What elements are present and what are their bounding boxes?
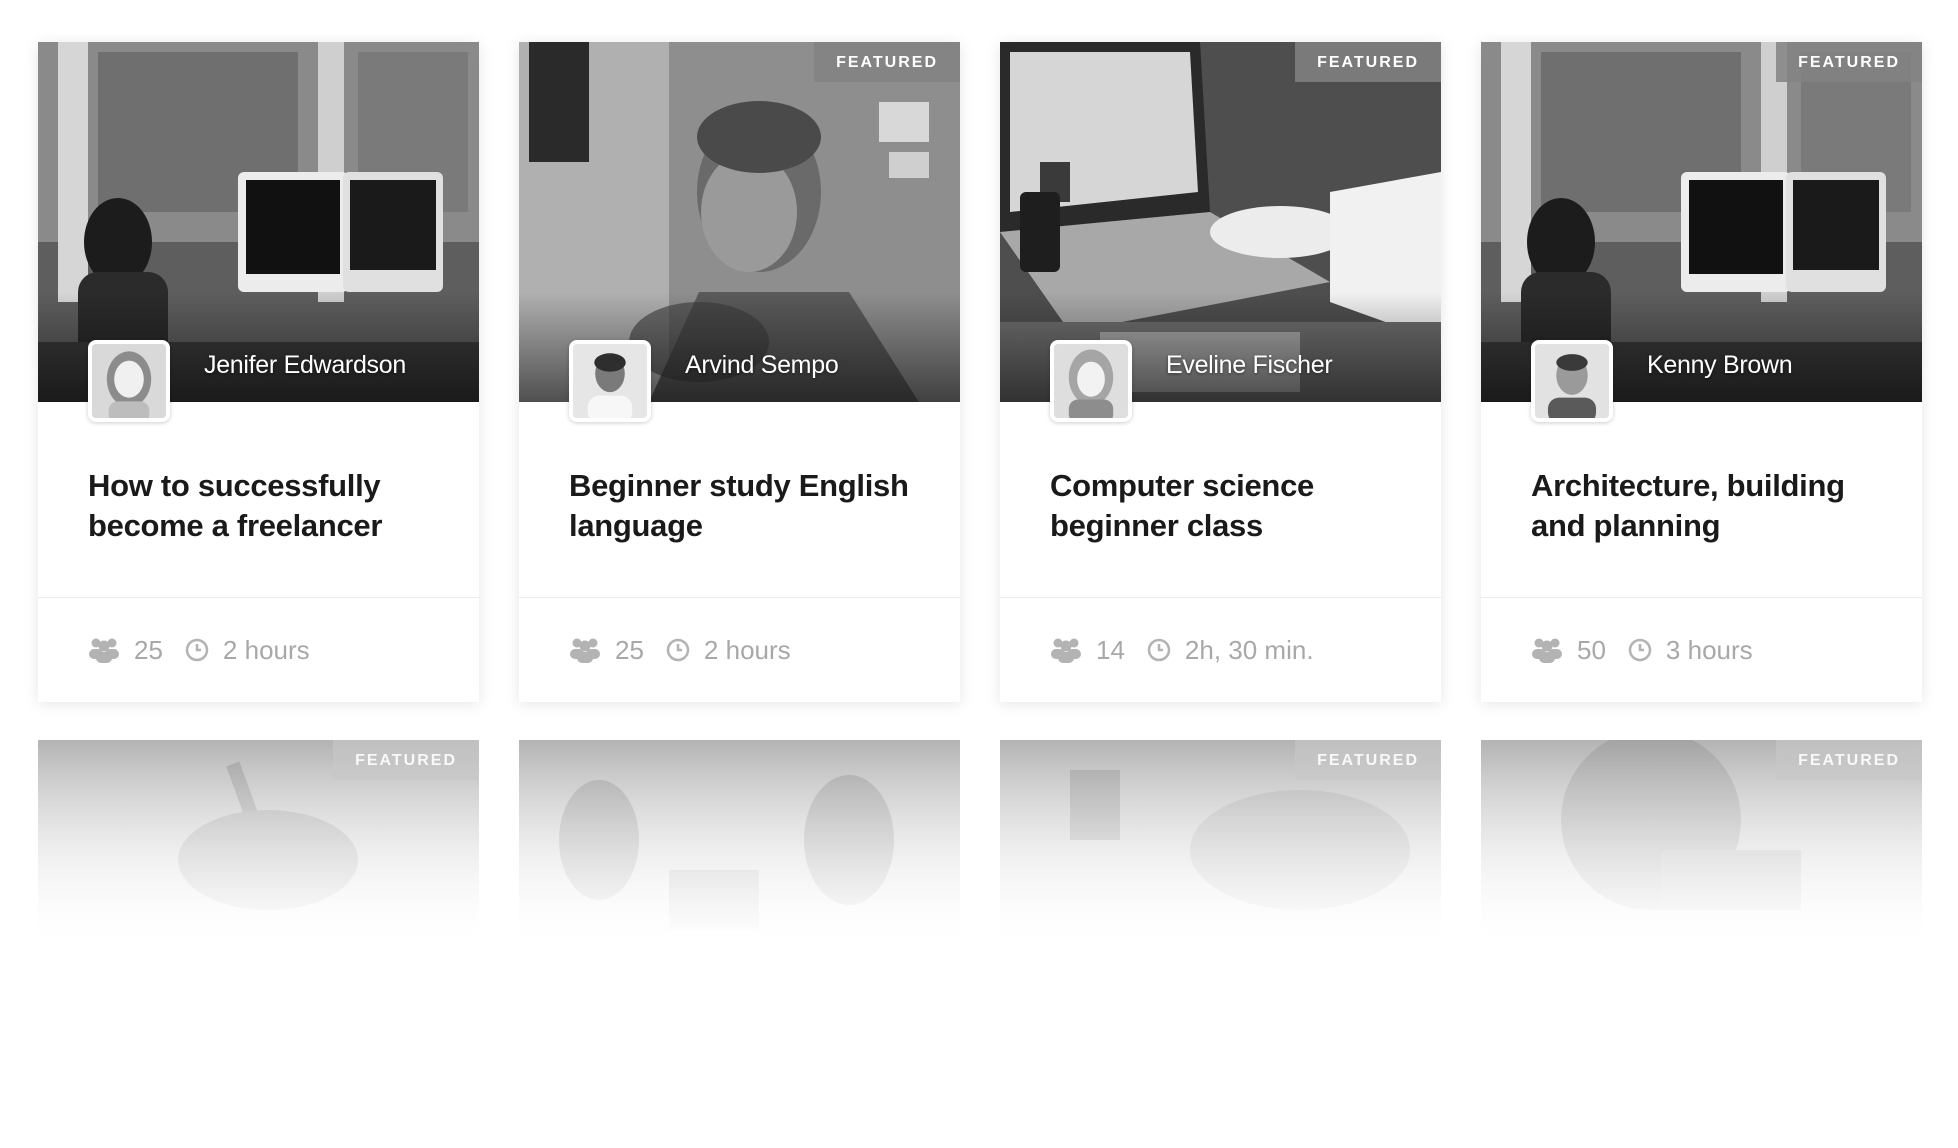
avatar-portrait-icon: [1535, 344, 1609, 418]
clock-icon: [1628, 638, 1652, 662]
students-count: 25: [615, 634, 644, 665]
author-avatar[interactable]: [88, 340, 170, 422]
course-card[interactable]: FEATURED Kenny Brown Architecture, build…: [1481, 42, 1922, 702]
course-card-faded[interactable]: FEATURED: [38, 740, 479, 1020]
card-body: Beginner study English language: [519, 402, 960, 598]
course-card[interactable]: FEATURED Eveline Fischer Computer scienc…: [1000, 42, 1441, 702]
author-name[interactable]: Jenifer Edwardson: [204, 351, 406, 380]
course-image[interactable]: FEATURED Kenny Brown: [1481, 42, 1922, 422]
featured-badge: FEATURED: [1776, 740, 1922, 780]
course-duration: 2 hours: [703, 634, 791, 665]
course-title[interactable]: Computer science beginner class: [1050, 466, 1391, 546]
card-body: How to successfully become a freelancer: [38, 402, 479, 598]
author-avatar[interactable]: [569, 340, 651, 422]
course-duration: 2h, 30 min.: [1184, 634, 1314, 665]
course-meta: 14 2h, 30 min.: [1000, 598, 1441, 702]
course-title[interactable]: How to successfully become a freelancer: [88, 466, 429, 546]
users-icon: [88, 637, 120, 663]
featured-badge: FEATURED: [814, 42, 960, 82]
card-body: Architecture, building and planning: [1481, 402, 1922, 598]
course-meta: 50 3 hours: [1481, 598, 1922, 702]
clock-icon: [666, 638, 690, 662]
featured-badge: FEATURED: [333, 740, 479, 780]
author-name[interactable]: Eveline Fischer: [1166, 351, 1333, 380]
course-card-faded[interactable]: FEATURED: [1000, 740, 1441, 1020]
avatar-portrait-icon: [573, 344, 647, 418]
course-meta: 25 2 hours: [38, 598, 479, 702]
featured-badge: FEATURED: [1295, 42, 1441, 82]
course-title[interactable]: Beginner study English language: [569, 466, 910, 546]
course-image[interactable]: FEATURED Eveline Fischer: [1000, 42, 1441, 422]
course-duration: 2 hours: [222, 634, 310, 665]
course-image[interactable]: FEATURED Arvind Sempo: [519, 42, 960, 422]
users-icon: [1531, 637, 1563, 663]
featured-badge: FEATURED: [1295, 740, 1441, 780]
course-image[interactable]: Jenifer Edwardson: [38, 42, 479, 422]
author-name[interactable]: Arvind Sempo: [685, 351, 839, 380]
author-name[interactable]: Kenny Brown: [1647, 351, 1793, 380]
card-body: Computer science beginner class: [1000, 402, 1441, 598]
course-title[interactable]: Architecture, building and planning: [1531, 466, 1872, 546]
course-card[interactable]: Jenifer Edwardson How to successfully be…: [38, 42, 479, 702]
clock-icon: [1147, 638, 1171, 662]
clock-icon: [185, 638, 209, 662]
course-duration: 3 hours: [1665, 634, 1753, 665]
course-grid: Jenifer Edwardson How to successfully be…: [38, 42, 1922, 702]
author-avatar[interactable]: [1050, 340, 1132, 422]
students-count: 25: [134, 634, 163, 665]
course-meta: 25 2 hours: [519, 598, 960, 702]
users-icon: [1050, 637, 1082, 663]
course-card[interactable]: FEATURED Arvind Sempo Beginner study Eng…: [519, 42, 960, 702]
course-card-faded[interactable]: [519, 740, 960, 1020]
avatar-portrait-icon: [92, 344, 166, 418]
course-card-faded[interactable]: FEATURED: [1481, 740, 1922, 1020]
course-grid-faded-row: FEATURED FEATURED FEATURED: [38, 740, 1922, 1020]
avatar-portrait-icon: [1054, 344, 1128, 418]
author-avatar[interactable]: [1531, 340, 1613, 422]
students-count: 50: [1577, 634, 1606, 665]
students-count: 14: [1096, 634, 1125, 665]
featured-badge: FEATURED: [1776, 42, 1922, 82]
users-icon: [569, 637, 601, 663]
